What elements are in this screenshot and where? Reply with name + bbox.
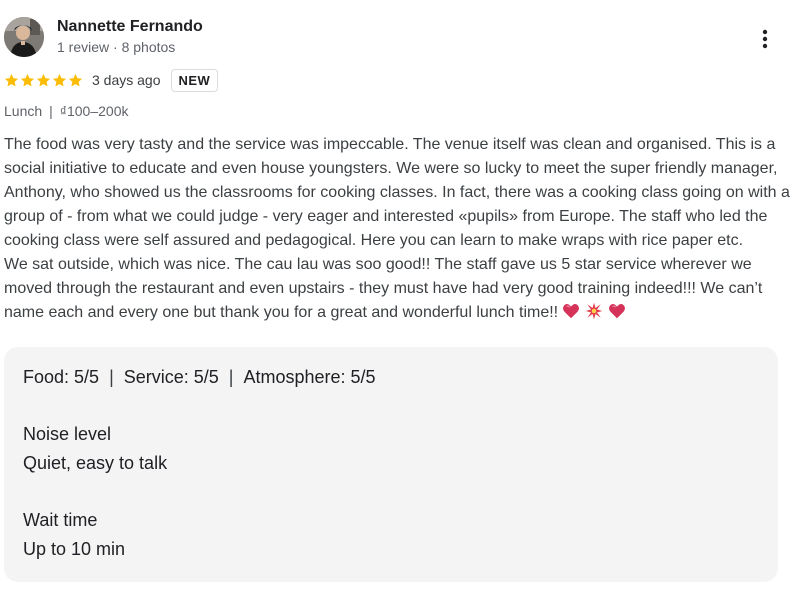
star-icon — [68, 73, 83, 86]
rating-separator: | — [109, 367, 114, 387]
review-paragraph-text: We sat outside, which was nice. The cau … — [4, 256, 763, 321]
review-paragraph-last: We sat outside, which was nice. The cau … — [4, 253, 794, 325]
heart-icon — [609, 304, 626, 319]
reviewer-meta: 1 review · 8 photos — [57, 39, 176, 55]
sub-ratings: Food: 5/5 | Service: 5/5 | Atmosphere: 5/5 — [23, 367, 376, 388]
star-icon — [20, 73, 35, 86]
noise-level-label: Noise level — [23, 424, 112, 444]
meal-separator: | — [49, 103, 53, 119]
meal-type: Lunch — [4, 103, 43, 119]
rating-separator: | — [228, 367, 234, 387]
wait-time-value: Up to 10 min — [23, 539, 126, 559]
service-rating: Service: 5/5 — [123, 367, 219, 387]
review-text: The food was very tasty and the service … — [4, 133, 794, 325]
star-icon — [4, 73, 19, 86]
rating-row: 3 days ago NEW — [4, 68, 219, 92]
reviewer-name[interactable]: Nannette Fernando — [57, 18, 203, 36]
sparkle-icon — [585, 302, 603, 320]
price-range: ₫100–200k — [59, 103, 129, 119]
heart-icon — [563, 304, 580, 319]
review-details-card: Food: 5/5 | Service: 5/5 | Atmosphere: 5/5 N… — [4, 347, 778, 582]
avatar-photo — [4, 17, 44, 57]
food-rating: Food: 5/5 — [23, 367, 100, 387]
star-icon — [36, 73, 51, 86]
meal-info: Lunch | ₫100–200k — [4, 103, 128, 119]
star-rating — [4, 73, 84, 88]
more-vert-icon — [762, 29, 768, 49]
new-badge: NEW — [170, 68, 219, 92]
noise-level-value: Quiet, easy to talk — [23, 453, 168, 473]
star-icon — [52, 73, 67, 86]
more-options-button[interactable] — [752, 26, 778, 52]
emoji-row — [562, 302, 631, 320]
review-date: 3 days ago — [92, 72, 161, 88]
wait-time-label: Wait time — [23, 510, 98, 530]
avatar[interactable] — [4, 17, 44, 57]
review-paragraph: The food was very tasty and the service … — [4, 136, 790, 249]
atmosphere-rating: Atmosphere: 5/5 — [243, 367, 376, 387]
